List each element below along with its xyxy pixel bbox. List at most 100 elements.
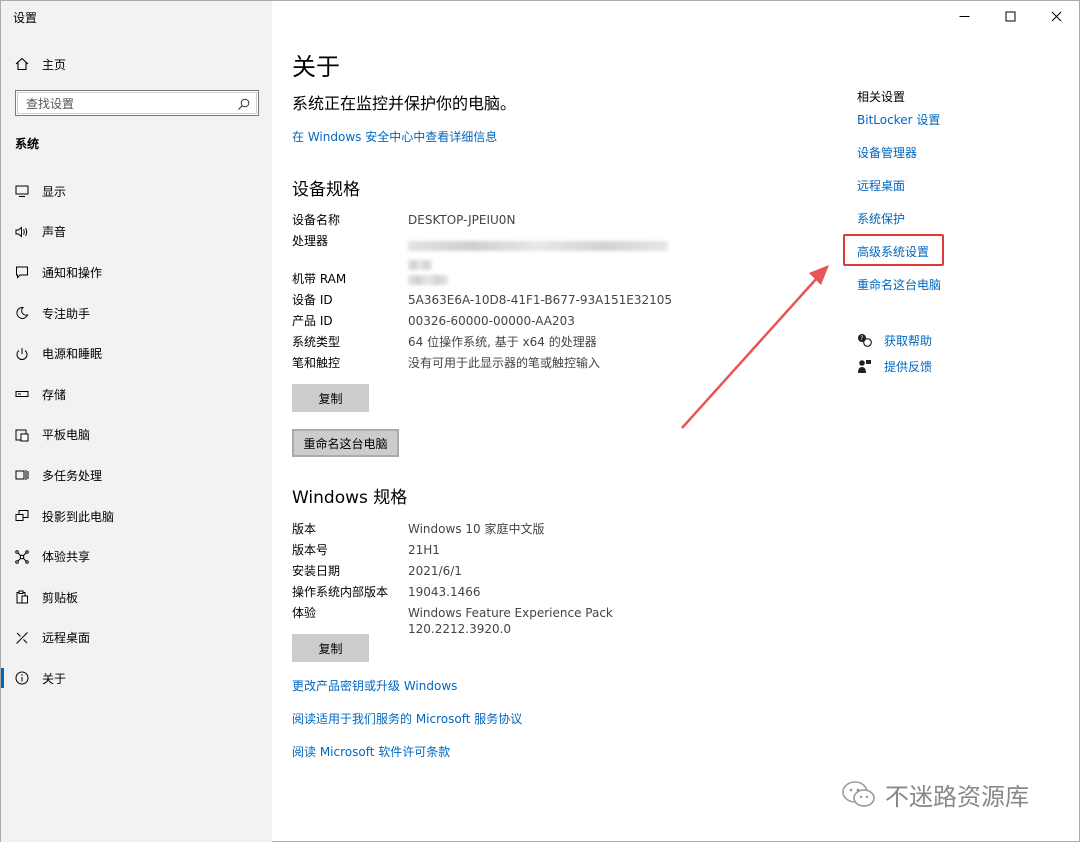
sidebar-item-power-sleep[interactable]: 电源和睡眠 — [1, 333, 272, 374]
search-box[interactable] — [15, 90, 259, 116]
home-label: 主页 — [42, 57, 67, 72]
sidebar-item-label: 存储 — [42, 387, 67, 402]
sidebar: 设置 主页 系统 显示 声音 通知和操作 — [1, 1, 272, 842]
sidebar-item-label: 关于 — [42, 671, 67, 686]
monitor-icon — [15, 185, 29, 198]
search-input[interactable] — [26, 97, 226, 111]
redacted-ram-value — [408, 271, 678, 287]
spec-value: Windows Feature Experience Pack 120.2212… — [408, 606, 613, 636]
give-feedback-label: 提供反馈 — [884, 360, 933, 374]
sidebar-item-display[interactable]: 显示 — [1, 171, 272, 212]
change-product-key-link[interactable]: 更改产品密钥或升级 Windows — [292, 677, 457, 694]
give-feedback-link[interactable]: 提供反馈 — [857, 358, 932, 375]
sidebar-item-label: 显示 — [42, 184, 67, 199]
system-protection-link[interactable]: 系统保护 — [857, 210, 905, 227]
tablet-icon — [15, 429, 29, 442]
device-manager-link[interactable]: 设备管理器 — [857, 144, 917, 161]
sidebar-item-label: 远程桌面 — [42, 631, 91, 646]
spec-key: 体验 — [292, 606, 317, 620]
power-icon — [16, 347, 28, 360]
sidebar-item-sound[interactable]: 声音 — [1, 212, 272, 253]
spec-value: 2021/6/1 — [408, 564, 462, 578]
spec-value: 5A363E6A-10D8-41F1-B677-93A151E32105 — [408, 293, 673, 307]
spec-key: 机带 RAM — [292, 272, 347, 286]
wechat-icon — [842, 780, 875, 807]
spec-key: 笔和触控 — [292, 356, 341, 370]
spec-key: 处理器 — [292, 234, 329, 248]
search-icon[interactable] — [237, 98, 250, 111]
bitlocker-settings-link[interactable]: BitLocker 设置 — [857, 111, 940, 128]
notification-icon — [16, 266, 28, 280]
spec-value: 00326-60000-00000-AA203 — [408, 314, 575, 328]
minimize-button[interactable] — [941, 1, 987, 31]
sidebar-item-storage[interactable]: 存储 — [1, 374, 272, 415]
sidebar-item-label: 专注助手 — [42, 306, 91, 321]
spec-key: 操作系统内部版本 — [292, 585, 389, 599]
app-title: 设置 — [13, 11, 38, 25]
maximize-icon — [1005, 11, 1015, 21]
sidebar-item-remote-desktop[interactable]: 远程桌面 — [1, 618, 272, 659]
speaker-icon — [15, 226, 28, 238]
share-icon — [15, 549, 29, 564]
remote-desktop-link[interactable]: 远程桌面 — [857, 177, 905, 194]
sidebar-nav: 显示 声音 通知和操作 专注助手 电源和睡眠 存储 平板电脑 多任务处理 投影到… — [1, 171, 272, 699]
info-icon — [15, 671, 29, 685]
remote-icon — [16, 631, 28, 644]
moon-icon — [16, 307, 29, 319]
settings-window: 设置 主页 系统 显示 声音 通知和操作 — [0, 0, 1080, 842]
svg-text:?: ? — [860, 335, 863, 342]
spec-key: 系统类型 — [292, 335, 341, 349]
sidebar-item-multitasking[interactable]: 多任务处理 — [1, 455, 272, 496]
sidebar-item-label: 电源和睡眠 — [42, 347, 103, 362]
spec-value: 64 位操作系统, 基于 x64 的处理器 — [408, 335, 597, 349]
clipboard-icon — [16, 590, 28, 604]
spec-value: 21H1 — [408, 543, 440, 557]
get-help-label: 获取帮助 — [884, 334, 933, 348]
sidebar-item-focus-assist[interactable]: 专注助手 — [1, 293, 272, 334]
copy-device-specs-button[interactable]: 复制 — [292, 384, 369, 412]
spec-value: DESKTOP-JPEIU0N — [408, 213, 516, 227]
spec-value: 19043.1466 — [408, 585, 481, 599]
rename-this-pc-link[interactable]: 重命名这台电脑 — [857, 276, 941, 293]
minimize-icon — [959, 15, 969, 17]
feedback-icon — [858, 360, 871, 373]
close-icon — [1051, 11, 1061, 21]
sidebar-item-project-to-pc[interactable]: 投影到此电脑 — [1, 496, 272, 537]
watermark: 不迷路资源库 — [841, 777, 1029, 812]
copy-windows-specs-button[interactable]: 复制 — [292, 634, 369, 662]
maximize-button[interactable] — [987, 1, 1033, 31]
license-terms-link[interactable]: 阅读 Microsoft 软件许可条款 — [292, 743, 450, 760]
close-button[interactable] — [1033, 1, 1079, 31]
redacted-processor-value — [408, 237, 678, 270]
multitask-icon — [15, 470, 29, 481]
window-controls — [941, 1, 1079, 31]
sidebar-item-about[interactable]: 关于 — [1, 658, 272, 699]
page-title: 关于 — [292, 53, 340, 81]
sidebar-item-label: 平板电脑 — [42, 428, 91, 443]
sidebar-item-clipboard[interactable]: 剪贴板 — [1, 577, 272, 618]
storage-icon — [15, 391, 29, 398]
sidebar-item-label: 多任务处理 — [42, 468, 103, 483]
device-specs-heading: 设备规格 — [292, 180, 360, 200]
spec-key: 设备名称 — [292, 213, 341, 227]
home-icon — [15, 57, 29, 71]
spec-key: 版本号 — [292, 543, 329, 557]
watermark-text: 不迷路资源库 — [885, 783, 1029, 811]
sidebar-item-tablet[interactable]: 平板电脑 — [1, 415, 272, 456]
section-label-system: 系统 — [15, 137, 40, 151]
sidebar-item-label: 通知和操作 — [42, 265, 103, 280]
project-icon — [15, 510, 29, 522]
related-settings-title: 相关设置 — [857, 90, 906, 104]
spec-key: 安装日期 — [292, 564, 341, 578]
spec-key: 设备 ID — [292, 293, 333, 307]
get-help-link[interactable]: ? 获取帮助 — [857, 332, 932, 349]
sidebar-item-label: 投影到此电脑 — [42, 509, 115, 524]
sidebar-item-label: 剪贴板 — [42, 590, 79, 605]
security-center-link[interactable]: 在 Windows 安全中心中查看详细信息 — [292, 128, 497, 145]
home-nav-item[interactable]: 主页 — [15, 53, 66, 75]
services-agreement-link[interactable]: 阅读适用于我们服务的 Microsoft 服务协议 — [292, 710, 522, 727]
sidebar-item-notifications[interactable]: 通知和操作 — [1, 252, 272, 293]
rename-pc-button[interactable]: 重命名这台电脑 — [292, 429, 399, 457]
sidebar-item-shared-experiences[interactable]: 体验共享 — [1, 536, 272, 577]
protection-status: 系统正在监控并保护你的电脑。 — [292, 94, 517, 113]
